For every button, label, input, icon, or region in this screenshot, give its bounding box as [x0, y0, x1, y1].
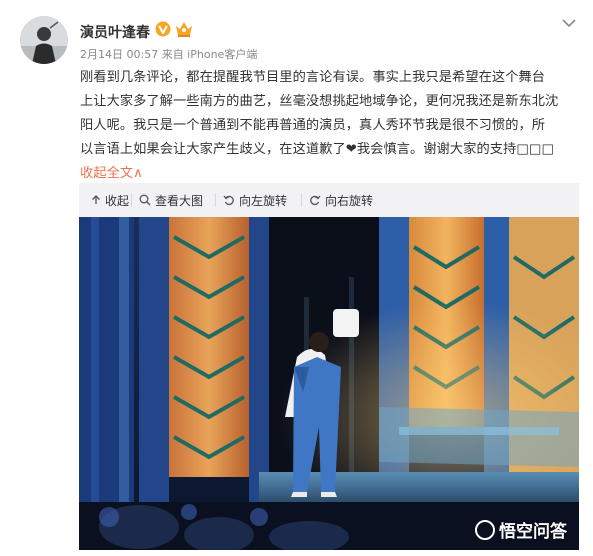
- author-name[interactable]: 演员叶逢春: [80, 22, 150, 42]
- post-line: 刚看到几条评论，都在提醒我节目里的言论有误。事实上我只是希望在这个舞台: [80, 70, 546, 85]
- rotate-right-label: 向右旋转: [325, 193, 374, 208]
- collapse-button[interactable]: 收起: [91, 192, 129, 208]
- view-large-image-label: 查看大图: [155, 193, 204, 208]
- image-toolbar: 收起 查看大图 向左旋转 向右旋转: [79, 183, 579, 217]
- collapse-label: 收起: [105, 193, 130, 208]
- rotate-left-icon: [223, 195, 234, 206]
- divider: [131, 193, 132, 207]
- verified-v-icon: [155, 21, 171, 37]
- collapse-arrow-up-icon: [92, 195, 100, 204]
- post-line: 以言语上如果会让大家产生歧义，在这道歉了❤我会慎言。谢谢大家的支持□□□: [80, 142, 555, 157]
- post-line: 阳人呢。我只是一个普通到不能再普通的演员，真人秀环节我是很不习惯的，所: [80, 118, 546, 133]
- collapse-arrow-icon[interactable]: ∧: [133, 166, 143, 181]
- post-header: 演员叶逢春 2月14日 00:57 来自 iPhone客户端: [0, 0, 593, 64]
- view-large-image-button[interactable]: 查看大图: [139, 192, 203, 208]
- post-content: 刚看到几条评论，都在提醒我节目里的言论有误。事实上我只是希望在这个舞台 上让大家…: [80, 66, 575, 186]
- post-meta: 2月14日 00:57 来自 iPhone客户端: [80, 48, 258, 61]
- watermark-text: 悟空问答: [499, 522, 567, 542]
- search-icon: [139, 194, 151, 206]
- post-line: 上让大家多了解一些南方的曲艺，丝毫没想挑起地域争论，更何况我还是新东北沈: [80, 94, 559, 109]
- post-photo[interactable]: 悟空问答: [79, 217, 579, 550]
- rotate-right-icon: [310, 195, 321, 206]
- watermark: 悟空问答: [475, 517, 567, 542]
- rotate-right-button[interactable]: 向右旋转: [309, 192, 373, 208]
- chevron-down-icon[interactable]: [562, 18, 576, 28]
- rotate-left-button[interactable]: 向左旋转: [223, 192, 287, 208]
- vip-crown-icon[interactable]: [174, 20, 194, 38]
- rotate-left-label: 向左旋转: [239, 193, 288, 208]
- collapse-full-text-link[interactable]: 收起全文: [80, 166, 133, 181]
- stage-photo-image: [79, 217, 579, 550]
- author-avatar[interactable]: [20, 16, 68, 64]
- divider: [301, 193, 302, 207]
- divider: [215, 193, 216, 207]
- avatar-image: [20, 16, 68, 64]
- wukong-logo-icon: [475, 519, 495, 540]
